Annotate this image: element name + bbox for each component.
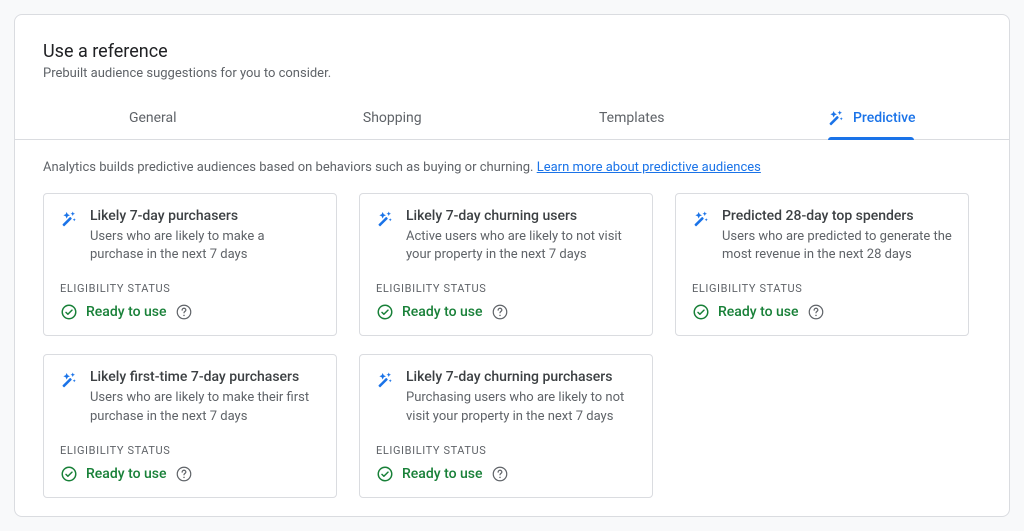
status-text: Ready to use bbox=[86, 466, 167, 482]
tab-label: Predictive bbox=[853, 110, 916, 126]
tab-shopping[interactable]: Shopping bbox=[273, 99, 513, 139]
card-likely-7day-churning-users[interactable]: Likely 7-day churning users Active users… bbox=[359, 193, 653, 336]
check-circle-icon bbox=[60, 465, 78, 483]
check-circle-icon bbox=[376, 465, 394, 483]
status-text: Ready to use bbox=[718, 304, 799, 320]
wand-icon bbox=[692, 210, 710, 228]
learn-more-link[interactable]: Learn more about predictive audiences bbox=[537, 160, 761, 175]
card-title: Likely 7-day churning users bbox=[406, 208, 636, 224]
tab-predictive[interactable]: Predictive bbox=[752, 99, 992, 139]
check-circle-icon bbox=[376, 303, 394, 321]
card-title: Predicted 28-day top spenders bbox=[722, 208, 952, 224]
eligibility-label: ELIGIBILITY STATUS bbox=[60, 444, 320, 457]
help-icon[interactable] bbox=[491, 465, 509, 483]
help-icon[interactable] bbox=[491, 303, 509, 321]
cards-grid: Likely 7-day purchasers Users who are li… bbox=[43, 193, 981, 498]
status-text: Ready to use bbox=[402, 466, 483, 482]
eligibility-label: ELIGIBILITY STATUS bbox=[376, 282, 636, 295]
tab-label: General bbox=[129, 110, 177, 126]
check-circle-icon bbox=[60, 303, 78, 321]
card-likely-7day-churning-purchasers[interactable]: Likely 7-day churning purchasers Purchas… bbox=[359, 354, 653, 497]
card-title: Likely first-time 7-day purchasers bbox=[90, 369, 320, 385]
tab-templates[interactable]: Templates bbox=[512, 99, 752, 139]
wand-icon bbox=[376, 371, 394, 389]
card-likely-first-time-7day-purchasers[interactable]: Likely first-time 7-day purchasers Users… bbox=[43, 354, 337, 497]
eligibility-label: ELIGIBILITY STATUS bbox=[60, 282, 320, 295]
card-title: Likely 7-day churning purchasers bbox=[406, 369, 636, 385]
wand-icon bbox=[376, 210, 394, 228]
eligibility-label: ELIGIBILITY STATUS bbox=[692, 282, 952, 295]
check-circle-icon bbox=[692, 303, 710, 321]
help-icon[interactable] bbox=[807, 303, 825, 321]
wand-icon bbox=[60, 371, 78, 389]
info-text: Analytics builds predictive audiences ba… bbox=[43, 160, 981, 175]
card-title: Likely 7-day purchasers bbox=[90, 208, 320, 224]
card-likely-7day-purchasers[interactable]: Likely 7-day purchasers Users who are li… bbox=[43, 193, 337, 336]
page-subtitle: Prebuilt audience suggestions for you to… bbox=[43, 66, 981, 81]
card-predicted-28day-top-spenders[interactable]: Predicted 28-day top spenders Users who … bbox=[675, 193, 969, 336]
help-icon[interactable] bbox=[175, 303, 193, 321]
tab-general[interactable]: General bbox=[33, 99, 273, 139]
status-text: Ready to use bbox=[402, 304, 483, 320]
tab-label: Shopping bbox=[363, 110, 422, 126]
wand-icon bbox=[60, 210, 78, 228]
tab-label: Templates bbox=[599, 110, 665, 126]
card-desc: Active users who are likely to not visit… bbox=[406, 228, 636, 264]
card-desc: Purchasing users who are likely to not v… bbox=[406, 389, 636, 425]
page-title: Use a reference bbox=[43, 41, 981, 62]
wand-icon bbox=[827, 109, 845, 127]
card-desc: Users who are likely to make their first… bbox=[90, 389, 320, 425]
reference-panel: Use a reference Prebuilt audience sugges… bbox=[14, 14, 1010, 517]
tabs-bar: General Shopping Templates Predictive bbox=[15, 99, 1009, 140]
eligibility-label: ELIGIBILITY STATUS bbox=[376, 444, 636, 457]
card-desc: Users who are likely to make a purchase … bbox=[90, 228, 320, 264]
help-icon[interactable] bbox=[175, 465, 193, 483]
card-desc: Users who are predicted to generate the … bbox=[722, 228, 952, 264]
status-text: Ready to use bbox=[86, 304, 167, 320]
